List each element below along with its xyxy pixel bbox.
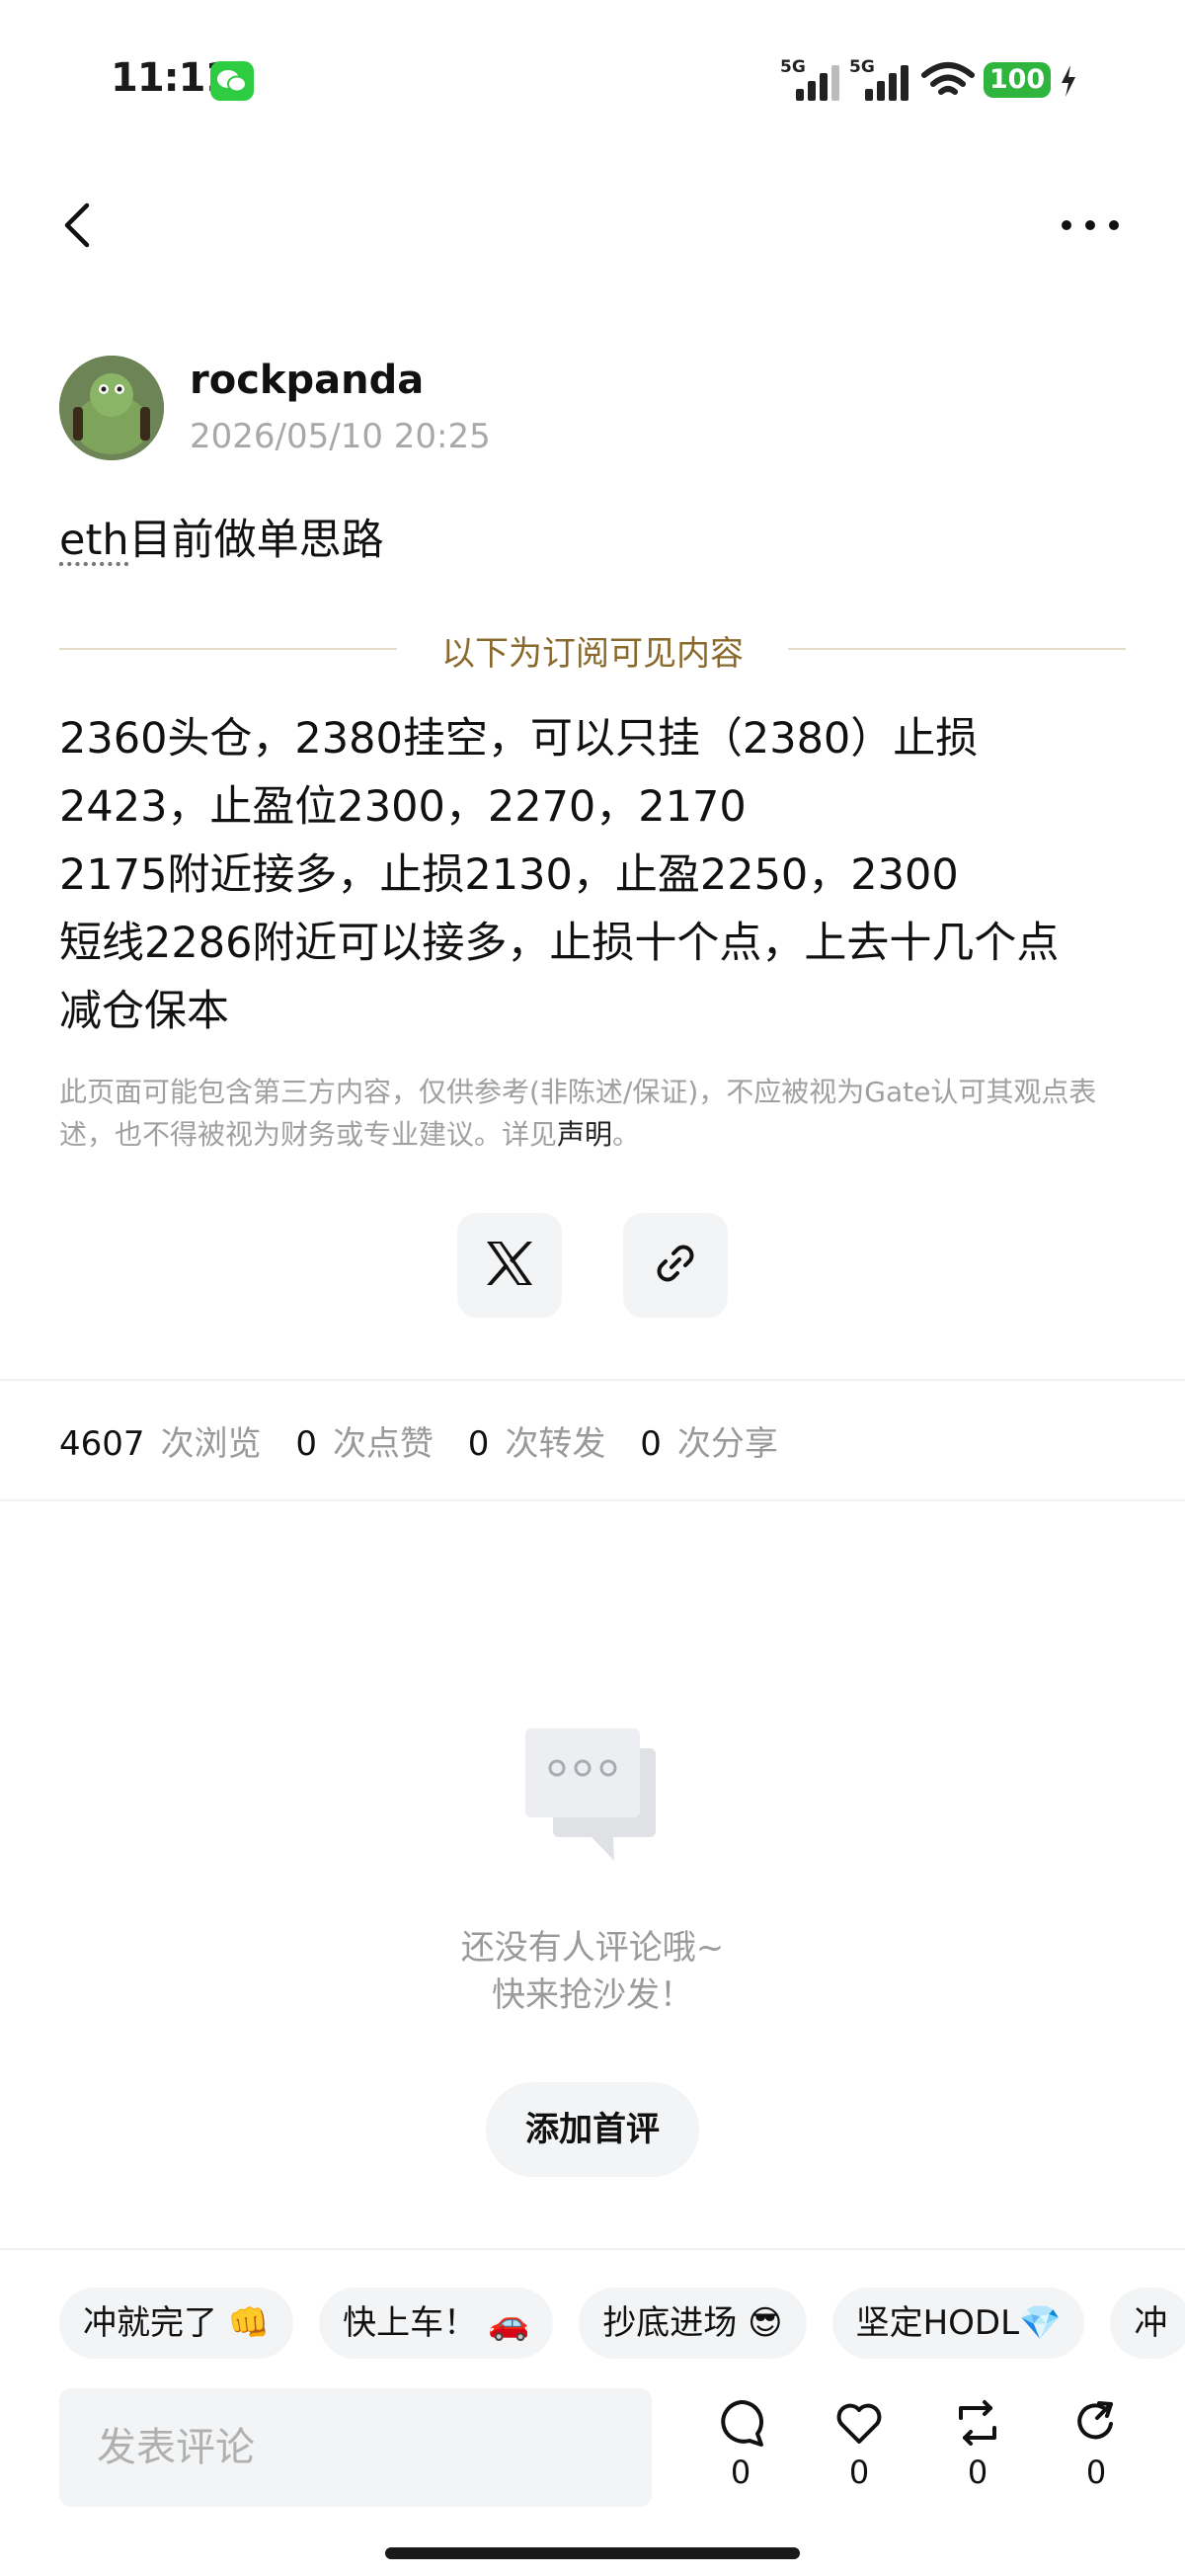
battery-indicator: 100	[984, 62, 1051, 98]
views-count: 4607	[59, 1424, 145, 1464]
quick-reply-chip[interactable]: 冲	[1110, 2288, 1185, 2359]
empty-message: 还没有人评论哦~	[460, 1928, 725, 1968]
disclaimer: 此页面可能包含第三方内容，仅供参考(非陈述/保证)，不应被视为Gate认可其观点…	[59, 1076, 1097, 1151]
comment-input[interactable]: 发表评论	[59, 2388, 652, 2507]
section-divider	[0, 1499, 1185, 1501]
quick-reply-chip[interactable]: 坚定HODL💎	[831, 2288, 1085, 2359]
divider-line-left	[59, 648, 397, 650]
repost-icon	[938, 2398, 1017, 2448]
more-options-icon[interactable]	[1059, 215, 1122, 235]
subscriber-content-divider: 以下为订阅可见内容	[441, 634, 744, 674]
cell-signal-1-icon: 5G	[780, 57, 841, 101]
post-timestamp: 2026/05/10 20:25	[190, 417, 491, 456]
wifi-icon	[920, 59, 976, 101]
home-indicator[interactable]	[385, 2547, 800, 2559]
content-line: 2423，止盈位2300，2270，2170	[59, 782, 747, 832]
avatar[interactable]	[59, 356, 164, 460]
x-logo-icon	[484, 1240, 535, 1291]
copy-link-button[interactable]	[623, 1213, 728, 1318]
empty-submessage: 快来抢沙发！	[492, 1975, 693, 2015]
share-x-button[interactable]	[457, 1213, 562, 1318]
author-name[interactable]: rockpanda	[190, 358, 424, 403]
disclaimer-link[interactable]: 声明	[557, 1118, 612, 1151]
title-ticker-link[interactable]: eth	[59, 516, 129, 565]
content-line: 减仓保本	[59, 987, 229, 1036]
quick-reply-chip[interactable]: 快上车！ 🚗	[319, 2288, 554, 2359]
reposts-count: 0	[467, 1424, 490, 1464]
wechat-icon	[210, 61, 254, 101]
share-action[interactable]: 0	[1057, 2398, 1136, 2491]
charging-icon	[1059, 61, 1078, 101]
share-icon	[1057, 2398, 1136, 2448]
section-divider	[0, 1379, 1185, 1381]
back-icon[interactable]	[59, 201, 99, 249]
comment-action[interactable]: 0	[701, 2398, 780, 2491]
quick-reply-chips: 冲就完了 👊 快上车！ 🚗 抄底进场 😎 坚定HODL💎 冲	[59, 2288, 1185, 2359]
content-line: 2175附近接多，止损2130，止盈2250，2300	[59, 850, 959, 900]
repost-count: 0	[967, 2454, 988, 2491]
no-comments-icon	[521, 1727, 664, 1869]
like-action[interactable]: 0	[820, 2398, 899, 2491]
cell-signal-2-icon: 5G	[849, 57, 910, 101]
share-count: 0	[1085, 2454, 1107, 2491]
post-content: 2360头仓，2380挂空，可以只挂（2380）止损 2423，止盈位2300，…	[59, 705, 1136, 1046]
comment-icon	[701, 2398, 780, 2448]
divider-line-right	[788, 648, 1126, 650]
post-title: eth目前做单思路	[59, 506, 384, 567]
likes-count: 0	[295, 1424, 317, 1464]
section-divider	[0, 2248, 1185, 2250]
shares-count: 0	[640, 1424, 662, 1464]
quick-reply-chip[interactable]: 抄底进场 😎	[579, 2288, 807, 2359]
quick-reply-chip[interactable]: 冲就完了 👊	[59, 2288, 294, 2359]
repost-action[interactable]: 0	[938, 2398, 1017, 2491]
add-first-comment-button[interactable]: 添加首评	[486, 2082, 699, 2177]
title-text: 目前做单思路	[128, 516, 384, 565]
comment-count: 0	[730, 2454, 751, 2491]
content-line: 短线2286附近可以接多，止损十个点，上去十几个点	[59, 919, 1060, 968]
content-line: 2360头仓，2380挂空，可以只挂（2380）止损	[59, 714, 979, 764]
post-stats: 4607 次浏览 0 次点赞 0 次转发 0 次分享	[59, 1424, 778, 1464]
link-icon	[652, 1240, 699, 1291]
like-count: 0	[848, 2454, 870, 2491]
heart-icon	[820, 2398, 899, 2448]
